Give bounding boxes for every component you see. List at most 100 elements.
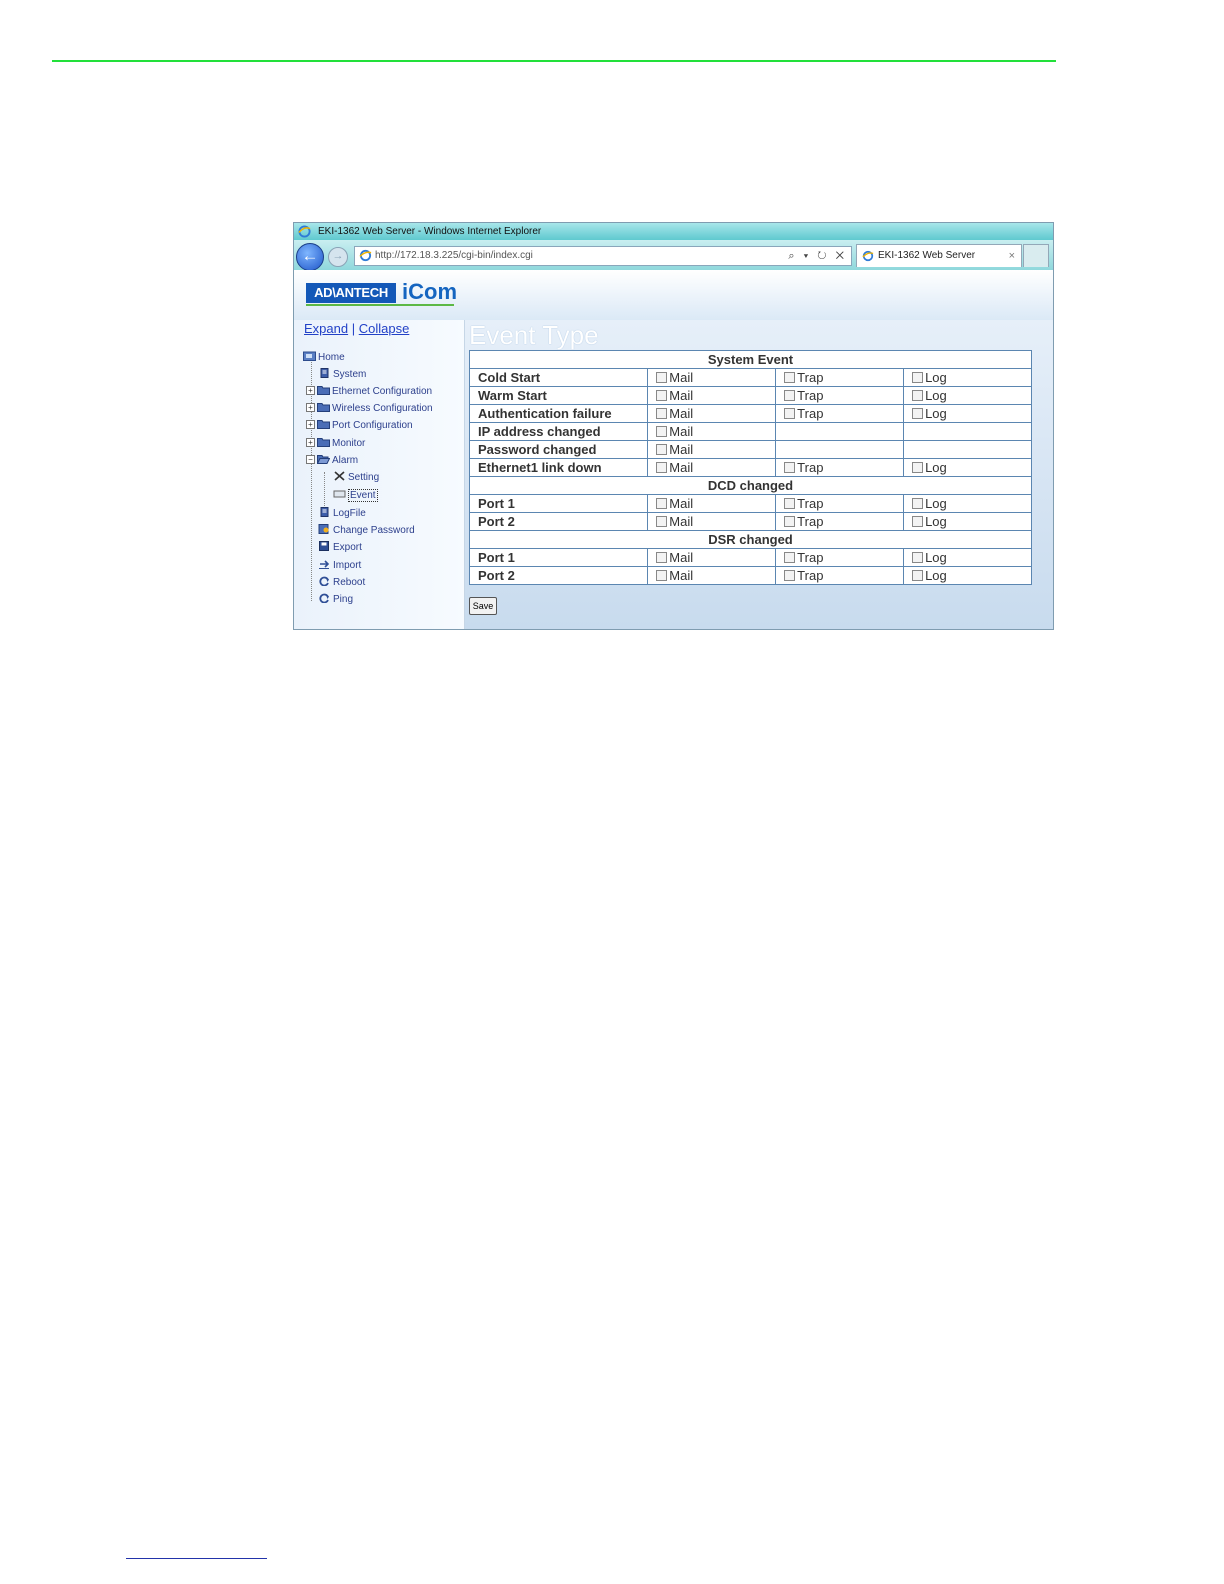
mail-label: Mail [669,514,694,529]
tree-item-change-password[interactable]: Change Password [318,524,415,537]
log-checkbox[interactable] [912,516,924,527]
document-icon [320,368,329,378]
log-checkbox[interactable] [912,408,924,419]
log-label: Log [925,460,947,475]
expand-link[interactable]: Expand [304,321,348,336]
logo-underline [306,304,454,306]
expand-plus-icon[interactable]: + [306,403,315,412]
trap-checkbox[interactable] [784,372,796,383]
browser-window: EKI-1362 Web Server - Windows Internet E… [293,222,1054,630]
collapse-minus-icon[interactable]: − [306,455,315,464]
tree-item-import[interactable]: Import [318,559,361,572]
mail-checkbox[interactable] [656,408,668,419]
mail-label: Mail [669,388,694,403]
log-option-cell [903,440,1032,459]
tree-item-home[interactable]: Home [303,351,345,364]
trap-checkbox[interactable] [784,498,796,509]
tab-eki-web-server[interactable]: EKI-1362 Web Server × [856,244,1022,267]
expand-plus-icon[interactable]: + [306,386,315,395]
trap-checkbox[interactable] [784,570,796,581]
expand-plus-icon[interactable]: + [306,438,315,447]
tab-close-icon[interactable]: × [1009,245,1015,267]
trap-checkbox[interactable] [784,408,796,419]
section-title: DSR changed [469,530,1032,549]
mail-checkbox[interactable] [656,390,668,401]
trap-checkbox[interactable] [784,516,796,527]
mail-option-cell: Mail [647,566,777,585]
log-checkbox[interactable] [912,462,924,473]
tree-item-logfile[interactable]: LogFile [318,507,366,520]
event-row: Port 2 Mail Trap Log [468,566,1032,585]
log-checkbox[interactable] [912,390,924,401]
forward-button[interactable]: → [328,247,348,267]
tree-item-system[interactable]: System [318,368,366,381]
log-option-cell: Log [903,404,1032,423]
address-bar[interactable]: http://172.18.3.225/cgi-bin/index.cgi ⌕ … [354,246,852,266]
event-row: Ethernet1 link down Mail Trap Log [468,458,1032,477]
page-title: Event Type [469,320,599,350]
trap-checkbox[interactable] [784,552,796,563]
event-row: Port 2 Mail Trap Log [468,512,1032,531]
trap-option-cell: Trap [775,512,905,531]
mail-label: Mail [669,406,694,421]
collapse-link[interactable]: Collapse [359,321,410,336]
event-row: Cold Start Mail Trap Log [468,368,1032,387]
event-table: System Event Cold Start Mail Trap Log Warm St… [468,350,1032,585]
event-row: Warm Start Mail Trap Log [468,386,1032,405]
top-rule [52,60,1056,62]
mail-checkbox[interactable] [656,552,668,563]
mail-checkbox[interactable] [656,426,668,437]
log-checkbox[interactable] [912,498,924,509]
log-option-cell: Log [903,386,1032,405]
navigation-bar: ← → http://172.18.3.225/cgi-bin/index.cg… [294,240,1053,271]
tree-item-port-configuration[interactable]: + Port Configuration [306,419,413,432]
event-name: Port 1 [468,494,649,513]
mail-checkbox[interactable] [656,498,668,509]
link-separator: | [351,321,356,336]
ie-logo-icon [298,225,311,238]
tree-item-reboot[interactable]: Reboot [318,576,365,589]
save-button[interactable]: Save [469,597,497,615]
tree-item-event[interactable]: Event [333,489,378,502]
folder-icon [317,420,330,429]
trap-label: Trap [797,496,824,511]
refresh-icon [319,576,329,586]
log-label: Log [925,568,947,583]
tree-item-export[interactable]: Export [318,541,362,554]
tree-item-ping[interactable]: Ping [318,593,353,606]
mail-label: Mail [669,442,694,457]
trap-label: Trap [797,388,824,403]
mail-checkbox[interactable] [656,444,668,455]
mail-checkbox[interactable] [656,516,668,527]
mail-checkbox[interactable] [656,372,668,383]
expand-plus-icon[interactable]: + [306,420,315,429]
tree-item-wireless-configuration[interactable]: + Wireless Configuration [306,402,433,415]
trap-label: Trap [797,568,824,583]
trap-option-cell: Trap [775,566,905,585]
mail-checkbox[interactable] [656,570,668,581]
trap-label: Trap [797,550,824,565]
log-label: Log [925,370,947,385]
trap-checkbox[interactable] [784,462,796,473]
mail-label: Mail [669,496,694,511]
tree-item-monitor[interactable]: + Monitor [306,437,365,450]
log-checkbox[interactable] [912,372,924,383]
mail-checkbox[interactable] [656,462,668,473]
section-header-row: System Event [469,350,1032,369]
log-checkbox[interactable] [912,552,924,563]
main-content: Event Type System Event Cold Start Mail Tra… [465,320,1053,629]
tree-item-setting[interactable]: Setting [333,471,379,484]
event-row: Password changed Mail [468,440,1032,459]
title-bar: EKI-1362 Web Server - Windows Internet E… [294,223,1053,240]
new-tab-button[interactable] [1023,244,1049,267]
open-folder-icon [317,455,330,464]
address-tools[interactable]: ⌕ ▾ ↻ ✕ [788,247,847,265]
back-button[interactable]: ← [296,243,324,271]
trap-checkbox[interactable] [784,390,796,401]
trap-label: Trap [797,370,824,385]
event-name: Port 2 [468,566,649,585]
tree-item-ethernet-configuration[interactable]: + Ethernet Configuration [306,385,432,398]
tree-item-alarm[interactable]: − Alarm [306,454,358,467]
mail-label: Mail [669,424,694,439]
log-checkbox[interactable] [912,570,924,581]
